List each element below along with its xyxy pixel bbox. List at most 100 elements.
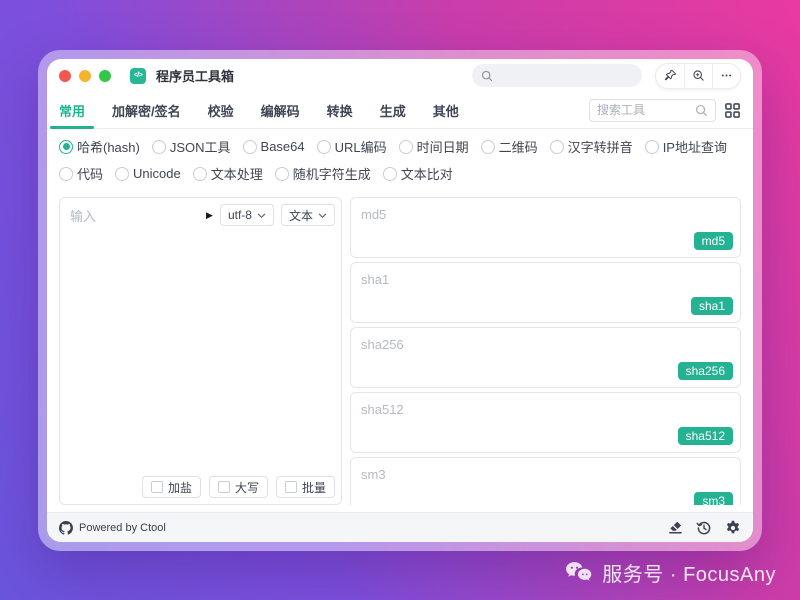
radio-hash[interactable]: 哈希(hash) <box>59 137 140 156</box>
radio-icon <box>399 140 413 154</box>
output-sha1[interactable]: sha1 sha1 <box>350 262 741 323</box>
footer: Powered by Ctool <box>47 512 753 542</box>
clear-button[interactable] <box>668 520 683 535</box>
github-icon <box>59 521 73 535</box>
radio-label: URL编码 <box>335 137 387 156</box>
checkbox-icon <box>218 481 230 493</box>
search-icon <box>481 70 493 82</box>
history-button[interactable] <box>696 520 712 536</box>
tab-shengcheng[interactable]: 生成 <box>380 92 406 129</box>
radio-label: 文本比对 <box>401 164 453 183</box>
wechat-icon <box>565 561 592 584</box>
tab-bianjiema[interactable]: 编解码 <box>261 92 300 129</box>
grid-view-button[interactable] <box>724 102 741 119</box>
radio-base64[interactable]: Base64 <box>243 139 305 154</box>
radio-pinyin[interactable]: 汉字转拼音 <box>550 137 633 156</box>
titlebar: </> 程序员工具箱 <box>47 59 753 92</box>
format-value: 文本 <box>289 207 313 224</box>
radio-json[interactable]: JSON工具 <box>152 137 231 156</box>
output-sha512[interactable]: sha512 sha512 <box>350 392 741 453</box>
salt-checkbox-button[interactable]: 加盐 <box>142 476 201 498</box>
hash-outputs: md5 md5 sha1 sha1 sha256 sha256 sha512 s… <box>350 197 741 505</box>
radio-icon <box>193 167 207 181</box>
radio-unicode[interactable]: Unicode <box>115 166 181 181</box>
radio-random-string[interactable]: 随机字符生成 <box>275 164 371 183</box>
radio-label: 汉字转拼音 <box>568 137 633 156</box>
app-window: </> 程序员工具箱 常用 <box>47 59 753 542</box>
sha256-badge[interactable]: sha256 <box>678 362 733 380</box>
radio-text-process[interactable]: 文本处理 <box>193 164 263 183</box>
eraser-icon <box>668 520 683 535</box>
output-placeholder: sha512 <box>361 402 404 417</box>
close-button[interactable] <box>59 70 71 82</box>
radio-icon <box>481 140 495 154</box>
radio-label: 二维码 <box>499 137 538 156</box>
tabbar: 常用 加解密/签名 校验 编解码 转换 生成 其他 <box>47 92 753 129</box>
checkbox-icon <box>151 481 163 493</box>
radio-url-encode[interactable]: URL编码 <box>317 137 387 156</box>
footer-actions <box>668 520 741 536</box>
output-placeholder: sha1 <box>361 272 389 287</box>
output-sm3[interactable]: sm3 sm3 <box>350 457 741 505</box>
radio-label: Unicode <box>133 166 181 181</box>
more-button[interactable] <box>712 64 740 88</box>
settings-button[interactable] <box>725 520 741 536</box>
encoding-select[interactable]: utf-8 <box>220 204 274 226</box>
output-md5[interactable]: md5 md5 <box>350 197 741 258</box>
checkbox-label: 批量 <box>302 479 326 496</box>
window-title: 程序员工具箱 <box>156 66 234 85</box>
chevron-down-icon <box>318 211 327 220</box>
tabbar-right <box>589 99 741 122</box>
checkbox-icon <box>285 481 297 493</box>
tool-search-input[interactable] <box>597 103 691 117</box>
radio-datetime[interactable]: 时间日期 <box>399 137 469 156</box>
checkbox-label: 加盐 <box>168 479 192 496</box>
radio-ip-lookup[interactable]: IP地址查询 <box>645 137 727 156</box>
tool-row-2: 代码 Unicode 文本处理 随机字符生成 文本比对 <box>59 164 741 183</box>
radio-icon <box>383 167 397 181</box>
chevron-down-icon <box>257 211 266 220</box>
collapse-arrow-icon[interactable]: ▶ <box>206 211 213 220</box>
powered-by[interactable]: Powered by Ctool <box>59 521 166 535</box>
watermark: 服务号 · FocusAny <box>565 558 776 587</box>
global-search-input[interactable] <box>472 64 642 87</box>
tab-zhuanhuan[interactable]: 转换 <box>327 92 353 129</box>
sha1-badge[interactable]: sha1 <box>691 297 733 315</box>
minimize-button[interactable] <box>79 70 91 82</box>
tool-search-box[interactable] <box>589 99 716 122</box>
tab-qita[interactable]: 其他 <box>433 92 459 129</box>
tab-changyong[interactable]: 常用 <box>59 92 85 129</box>
main-content: ▶ utf-8 文本 加盐 大写 批量 <box>47 195 753 512</box>
maximize-button[interactable] <box>99 70 111 82</box>
tab-jiaoyan[interactable]: 校验 <box>208 92 234 129</box>
global-search-field[interactable] <box>499 69 633 83</box>
titlebar-actions <box>655 63 741 89</box>
sha512-badge[interactable]: sha512 <box>678 427 733 445</box>
radio-qrcode[interactable]: 二维码 <box>481 137 538 156</box>
zoom-in-icon <box>692 69 705 82</box>
hash-input-textarea[interactable] <box>70 206 241 468</box>
search-icon <box>695 104 708 117</box>
format-select[interactable]: 文本 <box>281 204 335 226</box>
gear-icon <box>725 520 741 536</box>
zoom-button[interactable] <box>684 64 712 88</box>
uppercase-checkbox-button[interactable]: 大写 <box>209 476 268 498</box>
sm3-badge[interactable]: sm3 <box>694 492 733 505</box>
radio-label: 文本处理 <box>211 164 263 183</box>
window-frame: </> 程序员工具箱 常用 <box>38 50 762 551</box>
tool-selector: 哈希(hash) JSON工具 Base64 URL编码 时间日期 二维码 汉字… <box>47 129 753 195</box>
pin-button[interactable] <box>656 64 684 88</box>
md5-badge[interactable]: md5 <box>694 232 733 250</box>
batch-checkbox-button[interactable]: 批量 <box>276 476 335 498</box>
tab-jiajiemi[interactable]: 加解密/签名 <box>112 92 181 129</box>
output-placeholder: md5 <box>361 207 386 222</box>
traffic-lights <box>59 70 111 82</box>
pin-icon <box>664 69 677 82</box>
radio-text-diff[interactable]: 文本比对 <box>383 164 453 183</box>
tool-row-1: 哈希(hash) JSON工具 Base64 URL编码 时间日期 二维码 汉字… <box>59 137 741 156</box>
history-icon <box>696 520 712 536</box>
input-panel-controls: ▶ utf-8 文本 <box>206 204 335 226</box>
radio-code[interactable]: 代码 <box>59 164 103 183</box>
hash-options: 加盐 大写 批量 <box>142 476 335 498</box>
output-sha256[interactable]: sha256 sha256 <box>350 327 741 388</box>
